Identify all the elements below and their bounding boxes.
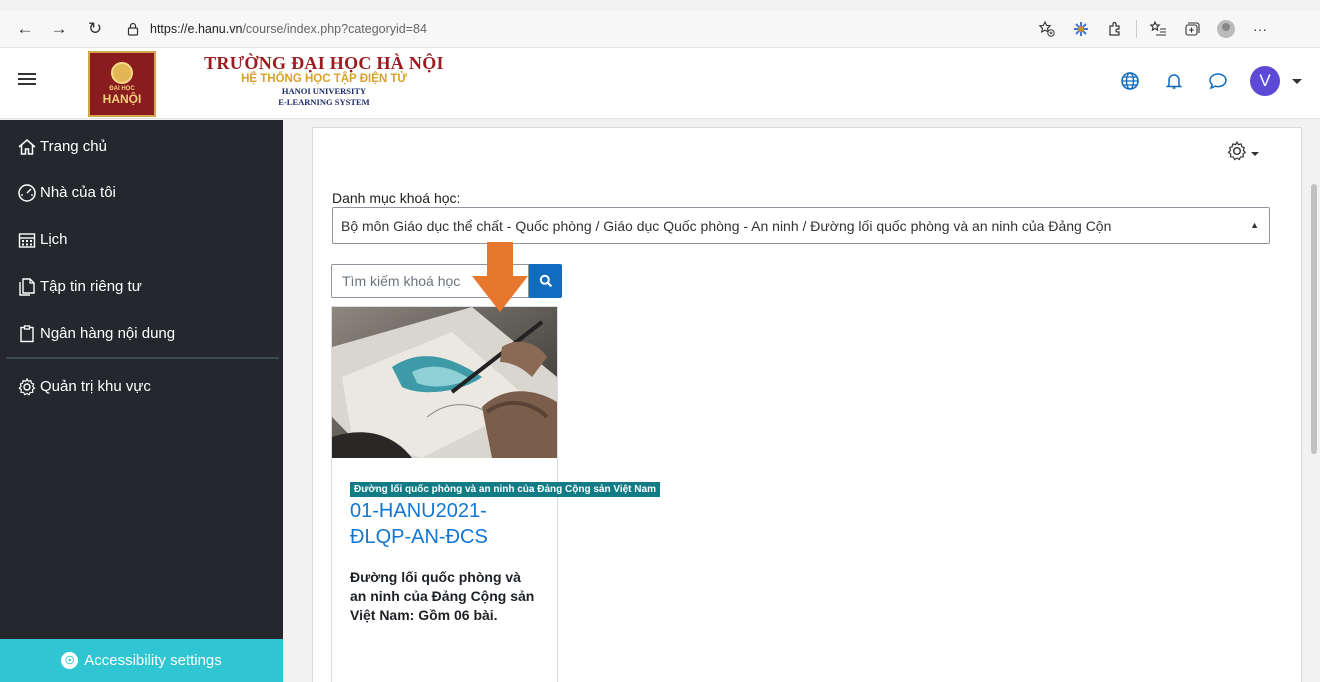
- select-arrows-icon: ▲: [1250, 220, 1259, 230]
- settings-menu-button[interactable]: [1226, 140, 1259, 162]
- category-selected-value: Bộ môn Giáo dục thể chất - Quốc phòng / …: [341, 217, 1112, 234]
- sidebar-item-dashboard[interactable]: Nhà của tôi: [0, 169, 283, 216]
- user-avatar[interactable]: V: [1250, 66, 1280, 96]
- sidebar-item-label: Lịch: [40, 231, 68, 248]
- url-host: https://e.hanu.vn: [150, 21, 243, 36]
- browser-toolbar: ← → ↻ https://e.hanu.vn/course/index.php…: [0, 10, 1320, 48]
- accessibility-icon: ☉: [61, 652, 79, 669]
- extension-colorful-icon[interactable]: [1064, 18, 1098, 40]
- category-label: Danh mục khoá học:: [332, 190, 461, 206]
- course-category-badge: Đường lối quốc phòng và an ninh của Đảng…: [350, 482, 660, 497]
- lock-icon[interactable]: [126, 22, 140, 36]
- browser-tabstrip: [0, 0, 1320, 10]
- profile-icon[interactable]: [1209, 18, 1243, 40]
- gear-icon: [18, 377, 36, 396]
- address-bar[interactable]: https://e.hanu.vn/course/index.php?categ…: [126, 22, 986, 36]
- files-icon: [19, 277, 35, 296]
- sidebar-item-calendar[interactable]: Lịch: [0, 216, 283, 263]
- sidebar-item-site-admin[interactable]: Quản trị khu vực: [0, 363, 283, 410]
- clipboard-icon: [20, 324, 34, 342]
- sidebar-item-label: Quản trị khu vực: [40, 378, 151, 395]
- url-path: /course/index.php?categoryid=84: [242, 21, 427, 36]
- extensions-puzzle-icon[interactable]: [1098, 18, 1132, 40]
- course-summary: Đường lối quốc phòng và an ninh của Đảng…: [350, 569, 535, 623]
- toolbar-separator: [1136, 19, 1137, 38]
- annotation-arrow-icon: [472, 242, 528, 312]
- brand-title: TRƯỜNG ĐẠI HỌC HÀ NỘI: [204, 53, 444, 73]
- forward-arrow-icon[interactable]: →: [48, 18, 70, 40]
- accessibility-settings-button[interactable]: ☉ Accessibility settings: [0, 639, 283, 682]
- collections-icon[interactable]: [1175, 18, 1209, 40]
- home-icon: [18, 138, 36, 155]
- favorites-icon[interactable]: [1141, 18, 1175, 40]
- search-icon: [539, 274, 552, 288]
- language-globe-icon[interactable]: [1108, 66, 1152, 96]
- hamburger-menu-icon[interactable]: [18, 70, 36, 88]
- page-scrollbar[interactable]: [1308, 120, 1320, 682]
- brand-text: TRƯỜNG ĐẠI HỌC HÀ NỘI HỆ THỐNG HỌC TẬP Đ…: [204, 53, 444, 107]
- emblem-icon: [111, 62, 133, 84]
- user-menu-caret-icon[interactable]: [1292, 78, 1302, 84]
- calendar-icon: [18, 232, 36, 248]
- sidebar-item-home[interactable]: Trang chủ: [0, 124, 283, 169]
- logo-line2: HANỘI: [102, 92, 142, 106]
- brand-english-line2: E-LEARNING SYSTEM: [278, 97, 370, 107]
- back-arrow-icon[interactable]: ←: [14, 18, 36, 40]
- search-placeholder: Tìm kiếm khoá học: [342, 273, 461, 289]
- notification-bell-icon[interactable]: [1152, 66, 1196, 96]
- category-select[interactable]: Bộ môn Giáo dục thể chất - Quốc phòng / …: [332, 207, 1270, 244]
- sidebar-item-label: Tập tin riêng tư: [40, 278, 142, 295]
- favorite-add-icon[interactable]: [1030, 18, 1064, 40]
- sidebar-nav: Trang chủ Nhà của tôi Lịch Tập tin riêng…: [0, 120, 283, 682]
- browser-menu-icon[interactable]: ···: [1243, 18, 1277, 40]
- sidebar-item-label: Trang chủ: [40, 138, 107, 155]
- sidebar-item-private-files[interactable]: Tập tin riêng tư: [0, 263, 283, 310]
- messages-bubble-icon[interactable]: [1196, 66, 1240, 96]
- reload-icon[interactable]: ↻: [84, 18, 106, 40]
- university-logo[interactable]: ĐẠI HỌC HANỘI: [88, 51, 156, 117]
- accessibility-label: Accessibility settings: [84, 652, 222, 669]
- sidebar-item-content-bank[interactable]: Ngân hàng nội dung: [0, 310, 283, 357]
- site-navbar: ĐẠI HỌC HANỘI TRƯỜNG ĐẠI HỌC HÀ NỘI HỆ T…: [0, 48, 1320, 119]
- sidebar-divider: [6, 357, 279, 359]
- brand-english-line1: HANOI UNIVERSITY: [281, 86, 367, 96]
- brand-subtitle: HỆ THỐNG HỌC TẬP ĐIỆN TỬ: [241, 73, 407, 85]
- sidebar-item-label: Ngân hàng nội dung: [40, 325, 176, 342]
- settings-gear-icon: [1227, 141, 1247, 161]
- course-title-link[interactable]: 01-HANU2021-ĐLQP-AN-ĐCS: [350, 498, 540, 550]
- sidebar-item-label: Nhà của tôi: [40, 184, 116, 201]
- course-image[interactable]: [332, 307, 557, 458]
- dashboard-icon: [18, 183, 36, 202]
- search-button[interactable]: [529, 264, 562, 298]
- settings-caret-icon: [1251, 152, 1259, 156]
